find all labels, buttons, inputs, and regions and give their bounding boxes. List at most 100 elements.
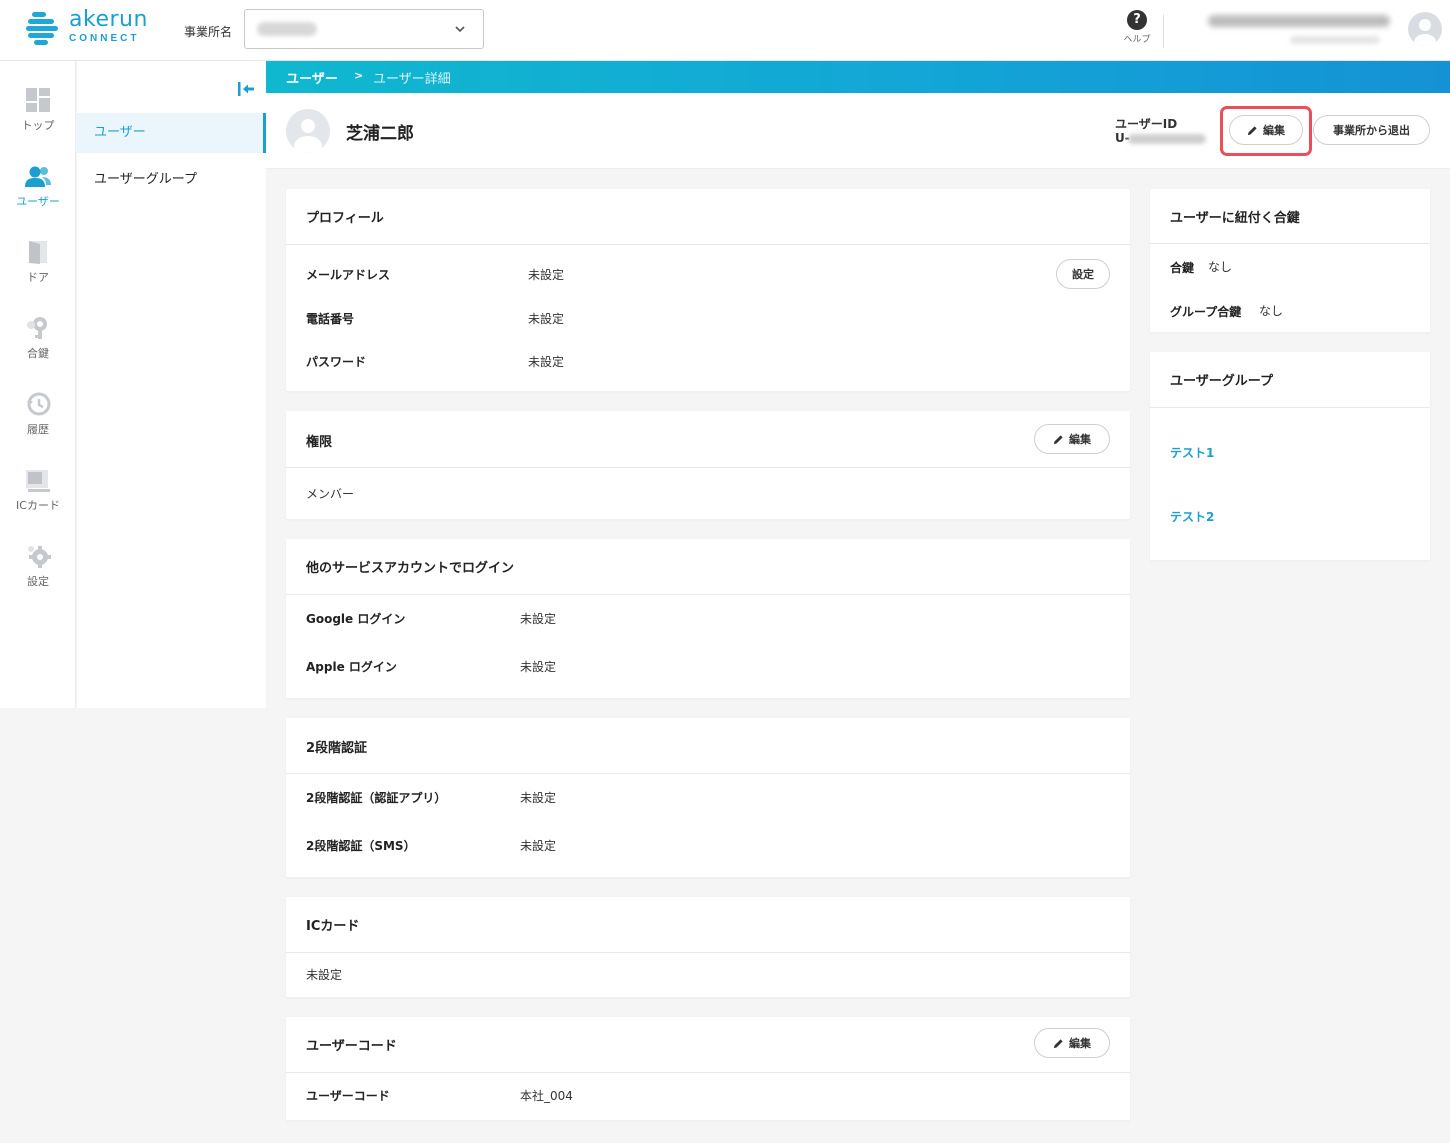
user-id-redacted [1128,134,1206,144]
door-icon [29,241,47,264]
nav-users[interactable]: ユーザー [0,165,76,209]
office-value-redacted [257,22,317,36]
nav-iccard[interactable]: ICカード [0,467,76,513]
ic-card-title: ICカード [306,919,360,934]
user-code-value: 本社_004 [520,1089,573,1103]
permission-card: 権限 編集 メンバー [286,411,1130,519]
two-factor-card: 2段階認証 2段階認証（認証アプリ） 未設定 2段階認証（SMS） 未設定 [286,718,1130,877]
pencil-icon [1053,1038,1063,1048]
user-groups-card: ユーザーグループ テスト1 テスト2 [1150,352,1430,560]
user-id-label: ユーザーID [1115,117,1178,131]
users-icon [25,166,51,187]
permission-title: 権限 [306,435,333,450]
logo-subtitle: CONNECT [69,33,140,44]
edit-user-code-button[interactable]: 編集 [1034,1028,1110,1058]
account-sub-redacted [1290,36,1380,44]
nav-settings-label: 設定 [27,575,49,588]
leave-office-button[interactable]: 事業所から退出 [1313,115,1430,145]
two-factor-app-label: 2段階認証（認証アプリ） [306,791,447,805]
nav-key[interactable]: 合鍵 [0,315,76,361]
nav-users-label: ユーザー [16,195,60,208]
user-code-label: ユーザーコード [306,1089,390,1103]
profile-set-button[interactable]: 設定 [1056,259,1110,289]
subnav-item-users[interactable]: ユーザー [77,113,266,153]
edit-user-label: 編集 [1263,124,1285,137]
help-button[interactable]: ? ヘルプ [1120,10,1154,45]
nav-top-label: トップ [21,119,55,132]
leave-office-label: 事業所から退出 [1333,124,1410,137]
social-login-title: 他のサービスアカウントでログイン [306,561,515,576]
google-login-value: 未設定 [520,612,557,626]
nav-history[interactable]: 履歴 [0,391,76,437]
user-keys-title: ユーザーに紐付く合鍵 [1170,211,1300,226]
chevron-down-icon [455,26,465,33]
ic-card-value: 未設定 [306,968,343,982]
profile-card: プロフィール 設定 メールアドレス 未設定 電話番号 未設定 パスワード 未設定 [286,189,1130,391]
pencil-icon [1247,125,1257,135]
divider [1150,243,1430,244]
key-icon [27,317,47,339]
key-value: なし [1208,260,1233,274]
divider [286,244,1130,245]
card-icon [26,470,50,492]
divider [286,773,1130,774]
group-link[interactable]: テスト2 [1170,508,1214,525]
gear-icon [28,546,51,568]
edit-user-code-label: 編集 [1069,1037,1091,1050]
nav-iccard-label: ICカード [16,499,60,512]
sub-nav: ユーザー ユーザーグループ [77,61,266,708]
office-label: 事業所名 [184,25,233,39]
collapse-left-icon [238,82,254,96]
edit-permission-label: 編集 [1069,433,1091,446]
pencil-icon [1053,434,1063,444]
header-divider [1163,14,1164,48]
password-label: パスワード [306,355,367,369]
dashboard-icon [26,88,50,112]
phone-label: 電話番号 [306,312,355,326]
group-link[interactable]: テスト1 [1170,444,1214,461]
breadcrumb-parent[interactable]: ユーザー [286,68,338,87]
user-avatar [286,109,330,153]
nav-settings[interactable]: 設定 [0,543,76,589]
divider [286,594,1130,595]
two-factor-app-value: 未設定 [520,791,557,805]
password-value: 未設定 [528,355,565,369]
account-name-redacted[interactable] [1208,15,1390,27]
user-code-title: ユーザーコード [306,1039,397,1054]
divider [286,467,1130,468]
subnav-item-user-groups[interactable]: ユーザーグループ [77,160,266,200]
email-value: 未設定 [528,268,565,282]
permission-value: メンバー [306,487,355,501]
group-key-value: なし [1259,304,1284,318]
help-label: ヘルプ [1123,35,1151,45]
divider [1150,407,1430,408]
edit-permission-button[interactable]: 編集 [1034,424,1110,454]
logo-word: akerun [69,7,148,32]
nav-door[interactable]: ドア [0,239,76,285]
akerun-logo[interactable]: akerun CONNECT [26,7,148,45]
apple-login-label: Apple ログイン [306,660,397,674]
help-icon: ? [1127,10,1147,30]
email-label: メールアドレス [306,268,391,282]
nav-top[interactable]: トップ [0,87,76,133]
main-nav: トップ ユーザー ドア 合鍵 履歴 ICカード 設定 [0,61,76,708]
nav-history-label: 履歴 [27,423,49,436]
collapse-sidebar-button[interactable] [237,81,255,101]
key-label: 合鍵 [1170,261,1195,275]
history-icon [27,392,51,416]
two-factor-sms-value: 未設定 [520,839,557,853]
user-title-band: 芝浦二郎 ユーザーID U- 編集 事業所から退出 [266,93,1450,169]
top-header: akerun CONNECT 事業所名 ? ヘルプ [0,0,1450,61]
nav-key-label: 合鍵 [27,347,49,360]
edit-user-button[interactable]: 編集 [1229,115,1303,145]
account-avatar[interactable] [1408,12,1442,46]
user-code-card: ユーザーコード 編集 ユーザーコード 本社_004 [286,1017,1130,1120]
office-select[interactable] [244,9,484,49]
breadcrumb-separator: > [354,69,364,82]
avatar-icon [294,119,322,153]
social-login-card: 他のサービスアカウントでログイン Google ログイン 未設定 Apple ロ… [286,539,1130,698]
two-factor-sms-label: 2段階認証（SMS） [306,839,416,853]
two-factor-title: 2段階認証 [306,741,368,756]
breadcrumb-current: ユーザー詳細 [373,72,451,87]
nav-door-label: ドア [27,271,49,284]
